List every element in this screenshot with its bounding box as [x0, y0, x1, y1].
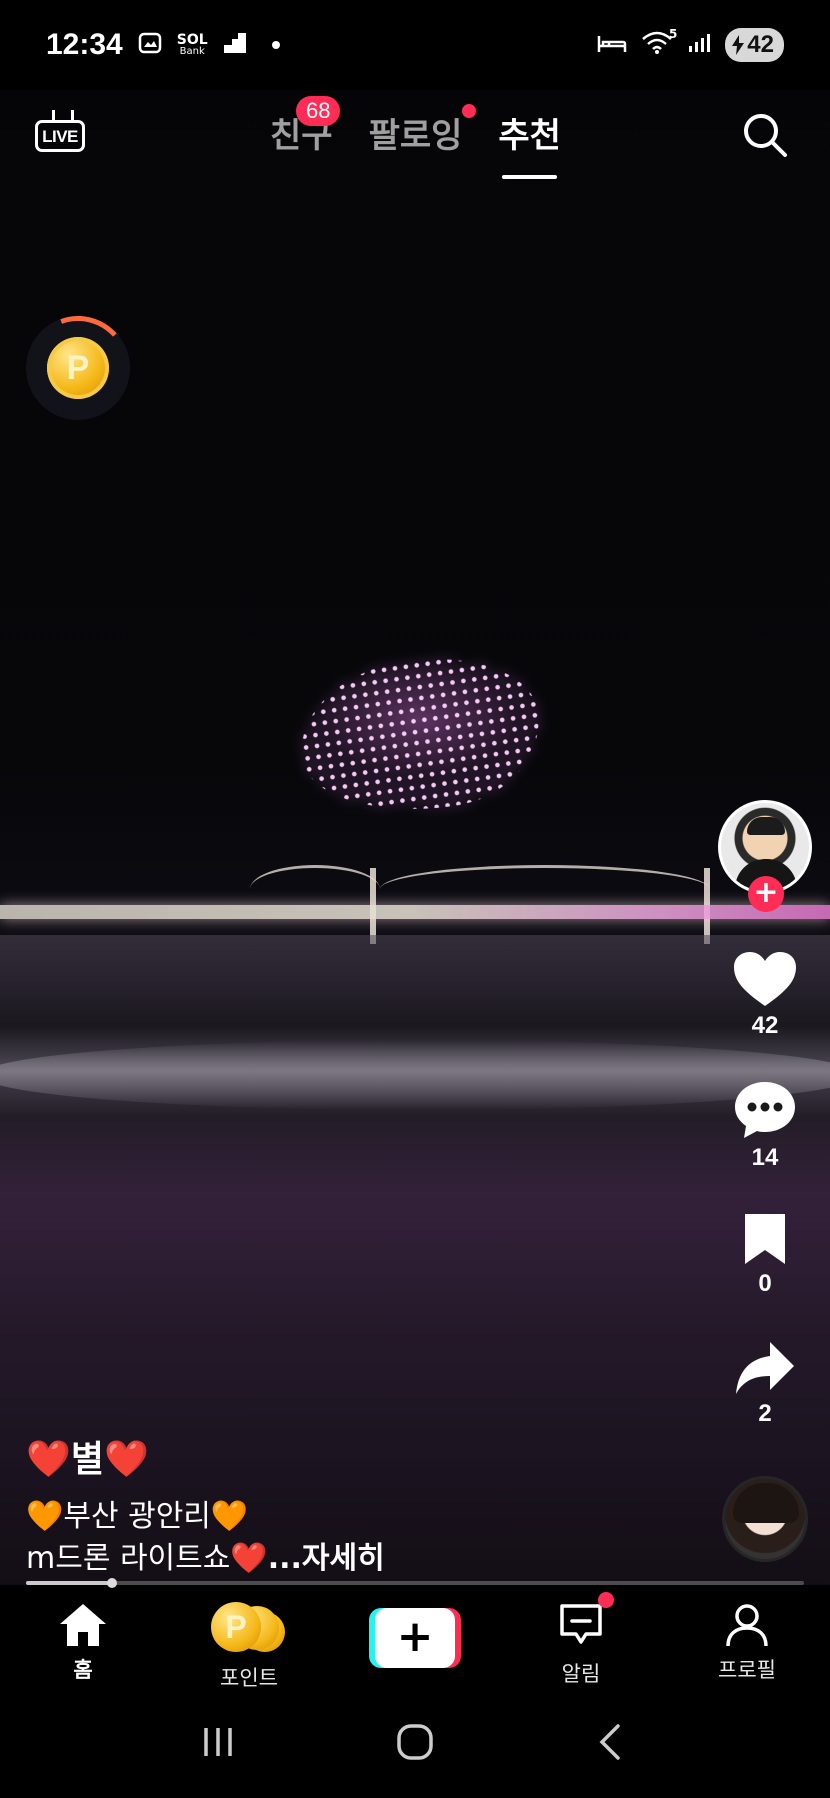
friends-count-badge: 68	[296, 96, 341, 126]
save-button[interactable]: 0	[716, 1212, 814, 1298]
recent-apps-icon	[203, 1728, 232, 1756]
bottom-nav: 홈 P 포인트 + 알림 프로필	[0, 1590, 830, 1690]
share-count: 2	[758, 1400, 772, 1427]
nav-home-label: 홈	[73, 1658, 93, 1682]
caption-line-2-text: m드론 라이트쇼❤️	[26, 1541, 268, 1576]
recent-apps-button[interactable]	[198, 1722, 238, 1766]
home-circle-icon	[397, 1724, 433, 1760]
feed-tabs: 친구 68 팔로잉 추천	[270, 96, 561, 179]
share-button[interactable]: 2	[716, 1340, 814, 1428]
stairs-icon	[222, 31, 248, 59]
inbox-icon	[558, 1592, 614, 1652]
drone-light-show	[290, 644, 550, 826]
wave	[0, 1040, 830, 1110]
wifi-icon: 5	[641, 27, 677, 59]
gallery-icon	[137, 30, 163, 61]
avatar-cap	[747, 817, 785, 835]
search-icon	[744, 114, 787, 157]
nav-points[interactable]: P 포인트	[184, 1602, 314, 1692]
caption-line-2: m드론 라이트쇼❤️...자세히	[26, 1538, 626, 1580]
comment-icon	[735, 1082, 795, 1138]
tab-for-you-label: 추천	[498, 116, 561, 156]
comment-count: 14	[751, 1144, 779, 1171]
plus-icon: +	[375, 1608, 455, 1668]
top-nav: LIVE 친구 68 팔로잉 추천	[0, 90, 830, 190]
share-arrow-icon	[736, 1342, 794, 1394]
nav-points-label: 포인트	[220, 1666, 278, 1690]
nav-profile[interactable]: 프로필	[682, 1602, 812, 1684]
see-more-link[interactable]: ...자세히	[268, 1541, 385, 1576]
music-disc[interactable]	[722, 1476, 808, 1562]
live-label: LIVE	[42, 127, 78, 146]
music-disc-avatar	[733, 1483, 799, 1523]
caption-line-1: 🧡부산 광안리🧡	[26, 1499, 249, 1534]
tab-following-label: 팔로잉	[368, 116, 463, 156]
nav-create[interactable]: +	[350, 1602, 480, 1668]
following-new-dot	[462, 104, 477, 118]
bank-name: SOL	[176, 32, 208, 48]
battery-indicator: 42	[725, 28, 784, 62]
live-button[interactable]: LIVE	[32, 108, 88, 164]
profile-icon	[726, 1604, 768, 1647]
follow-button[interactable]: +	[748, 876, 784, 912]
search-button[interactable]	[740, 110, 790, 160]
comment-button[interactable]: 14	[716, 1080, 814, 1172]
points-reward-widget[interactable]: P	[26, 316, 130, 420]
points-coins-icon: P	[209, 1602, 289, 1656]
status-bar: 12:34 SOL Bank 5 42	[0, 0, 830, 90]
save-count: 0	[758, 1270, 772, 1297]
system-nav-bar	[0, 1690, 830, 1798]
nav-notifications[interactable]: 알림	[516, 1592, 646, 1688]
video-progress-fill	[26, 1581, 112, 1585]
status-time: 12:34	[46, 28, 123, 61]
bridge-deck	[0, 905, 830, 919]
status-left: 12:34 SOL Bank	[46, 28, 280, 62]
back-chevron-icon	[599, 1724, 621, 1760]
bookmark-icon	[745, 1214, 785, 1264]
battery-level: 42	[747, 31, 774, 58]
video-caption: ❤️별❤️ 🧡부산 광안리🧡 m드론 라이트쇼❤️...자세히	[26, 1430, 626, 1580]
tab-for-you[interactable]: 추천	[498, 108, 561, 179]
home-system-button[interactable]	[393, 1720, 437, 1768]
live-icon: LIVE	[35, 120, 85, 152]
video-player[interactable]	[0, 0, 830, 1585]
video-progress-bar[interactable]	[26, 1578, 804, 1588]
like-button[interactable]: 42	[716, 950, 814, 1040]
dot-icon	[271, 41, 280, 49]
coin-icon: P	[211, 1602, 261, 1652]
nav-profile-label: 프로필	[718, 1658, 776, 1682]
status-right: 5 42	[597, 27, 784, 62]
creator-name[interactable]: ❤️별❤️	[26, 1430, 626, 1482]
tab-friends[interactable]: 친구 68	[270, 96, 341, 157]
notification-dot	[598, 1592, 614, 1608]
bank-subtitle: Bank	[179, 46, 205, 57]
nav-notifications-label: 알림	[561, 1662, 601, 1686]
signal-icon	[687, 32, 711, 58]
charging-bolt-icon	[732, 35, 745, 55]
bank-icon: SOL Bank	[177, 33, 208, 57]
back-button[interactable]	[592, 1722, 632, 1766]
video-progress-knob[interactable]	[106, 1578, 117, 1588]
create-button[interactable]: +	[369, 1608, 461, 1668]
heart-icon	[734, 952, 796, 1006]
tab-following[interactable]: 팔로잉	[368, 104, 477, 157]
nav-home[interactable]: 홈	[18, 1602, 148, 1684]
bed-icon	[597, 32, 627, 58]
like-count: 42	[751, 1012, 779, 1039]
wifi-band: 5	[668, 27, 678, 41]
home-icon	[60, 1604, 106, 1646]
